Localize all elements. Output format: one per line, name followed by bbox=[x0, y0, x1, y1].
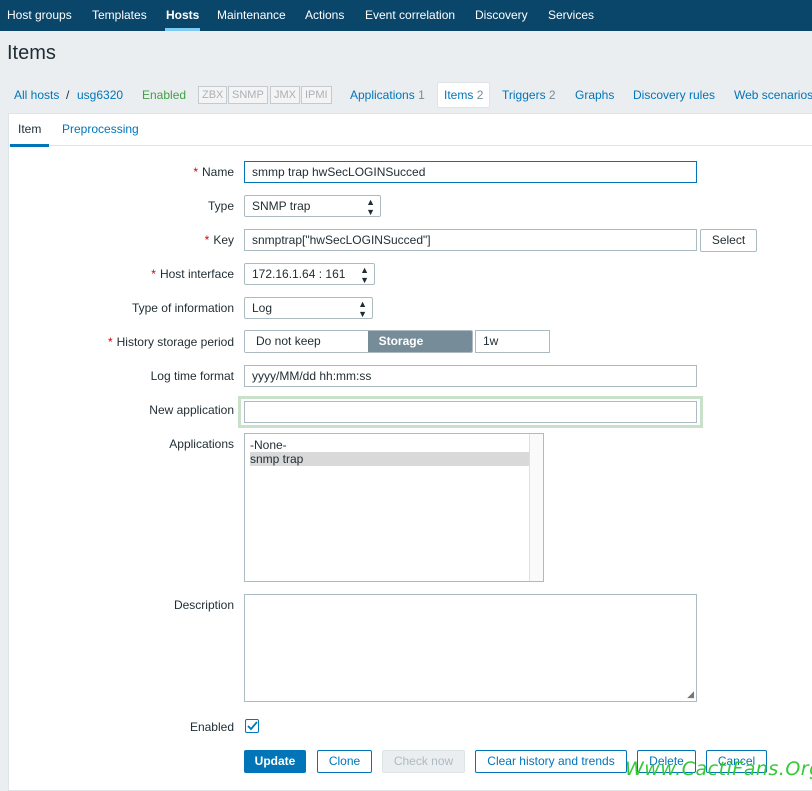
nav-services[interactable]: Services bbox=[548, 0, 594, 31]
nav-discovery[interactable]: Discovery bbox=[475, 0, 528, 31]
key-label-text: Key bbox=[213, 233, 234, 247]
zbx-badge: ZBX bbox=[198, 86, 228, 104]
description-label: Description bbox=[173, 598, 234, 612]
required-asterisk: * bbox=[151, 267, 156, 281]
tab-preprocessing[interactable]: Preprocessing bbox=[62, 122, 139, 136]
triggers-link[interactable]: Triggers 2 bbox=[502, 88, 556, 102]
jmx-badge: JMX bbox=[270, 86, 300, 104]
items-count: 2 bbox=[476, 88, 484, 102]
host-link[interactable]: usg6320 bbox=[77, 88, 123, 102]
new-application-input[interactable] bbox=[244, 401, 697, 423]
nav-host-groups[interactable]: Host groups bbox=[7, 0, 72, 31]
watermark: Www.CactiFans.Org bbox=[625, 758, 812, 780]
select-arrows-icon: ▲ ▼ bbox=[360, 265, 369, 285]
new-application-focus-ring bbox=[238, 396, 703, 428]
type-select[interactable]: SNMP trap ▲ ▼ bbox=[244, 195, 381, 217]
applications-link[interactable]: Applications 1 bbox=[350, 88, 425, 102]
nav-maintenance[interactable]: Maintenance bbox=[217, 0, 286, 31]
enabled-checkbox[interactable] bbox=[245, 719, 259, 733]
triggers-count: 2 bbox=[548, 88, 556, 102]
top-navigation: Host groups Templates Hosts Maintenance … bbox=[0, 0, 812, 31]
applications-option-snmp-trap[interactable]: snmp trap bbox=[250, 452, 529, 466]
graphs-link[interactable]: Graphs bbox=[575, 88, 614, 102]
page-title: Items bbox=[7, 42, 56, 64]
host-status-enabled[interactable]: Enabled bbox=[142, 88, 186, 102]
host-interface-select[interactable]: 172.16.1.64 : 161 ▲ ▼ bbox=[244, 263, 375, 285]
type-of-info-select[interactable]: Log ▲ ▼ bbox=[244, 297, 373, 319]
log-time-format-label: Log time format bbox=[150, 369, 234, 383]
snmp-badge: SNMP bbox=[228, 86, 268, 104]
web-scenarios-link[interactable]: Web scenarios bbox=[734, 88, 812, 102]
checkmark-icon bbox=[247, 721, 258, 731]
applications-scrollbar[interactable] bbox=[529, 434, 543, 581]
history-label-text: History storage period bbox=[116, 335, 234, 349]
applications-listbox[interactable]: -None- snmp trap bbox=[244, 433, 544, 582]
resize-handle-icon[interactable]: ◢ bbox=[687, 689, 694, 700]
host-interface-label-text: Host interface bbox=[159, 267, 234, 281]
host-navigation: All hosts / usg6320 Enabled ZBX SNMP JMX… bbox=[0, 78, 812, 112]
items-link[interactable]: Items 2 bbox=[437, 82, 491, 108]
applications-count: 1 bbox=[418, 88, 425, 102]
select-arrows-icon: ▲ ▼ bbox=[366, 197, 375, 217]
nav-templates[interactable]: Templates bbox=[92, 0, 147, 31]
breadcrumb-separator: / bbox=[66, 88, 70, 102]
nav-actions[interactable]: Actions bbox=[305, 0, 344, 31]
type-label: Type bbox=[207, 199, 234, 213]
type-select-value: SNMP trap bbox=[252, 199, 311, 213]
nav-hosts[interactable]: Hosts bbox=[164, 0, 201, 31]
key-select-button[interactable]: Select bbox=[700, 229, 757, 252]
clone-button[interactable]: Clone bbox=[317, 750, 372, 773]
history-radio-group: Do not keep history Storage period bbox=[244, 330, 473, 353]
nav-event-correlation[interactable]: Event correlation bbox=[365, 0, 455, 31]
new-application-label: New application bbox=[149, 403, 234, 417]
update-button[interactable]: Update bbox=[244, 750, 306, 773]
name-label-text: Name bbox=[201, 165, 234, 179]
type-of-info-value: Log bbox=[252, 301, 273, 315]
name-label: * Name bbox=[193, 165, 234, 179]
required-asterisk: * bbox=[204, 233, 210, 247]
key-input[interactable]: snmptrap["hwSecLOGINSucced"] bbox=[244, 229, 697, 251]
applications-option-none[interactable]: -None- bbox=[250, 438, 529, 452]
applications-link-label: Applications bbox=[350, 88, 415, 102]
name-input[interactable]: smmp trap hwSecLOGINSucced bbox=[244, 161, 697, 183]
host-interface-label: * Host interface bbox=[151, 267, 234, 281]
discovery-rules-link[interactable]: Discovery rules bbox=[633, 88, 715, 102]
items-link-label: Items bbox=[444, 88, 474, 102]
history-do-not-keep-option[interactable]: Do not keep history bbox=[245, 331, 368, 352]
description-textarea[interactable]: ◢ bbox=[244, 594, 697, 702]
tab-item[interactable]: Item bbox=[9, 122, 50, 147]
item-form-panel: Item Preprocessing * Name smmp trap hwSec… bbox=[8, 113, 812, 791]
required-asterisk: * bbox=[107, 335, 113, 349]
type-of-info-label: Type of information bbox=[131, 301, 234, 315]
check-now-button: Check now bbox=[382, 750, 465, 773]
history-label: * History storage period bbox=[108, 335, 234, 349]
history-period-input[interactable]: 1w bbox=[475, 330, 550, 353]
required-asterisk: * bbox=[193, 165, 198, 179]
key-label: * Key bbox=[205, 233, 234, 247]
all-hosts-link[interactable]: All hosts bbox=[14, 88, 59, 102]
enabled-label: Enabled bbox=[189, 720, 234, 734]
host-interface-value: 172.16.1.64 : 161 bbox=[252, 267, 346, 281]
form-tabs: Item Preprocessing bbox=[9, 114, 812, 147]
applications-label: Applications bbox=[169, 437, 234, 451]
log-time-format-input[interactable]: yyyy/MM/dd hh:mm:ss bbox=[244, 365, 697, 387]
ipmi-badge: IPMI bbox=[301, 86, 332, 104]
triggers-link-label: Triggers bbox=[502, 88, 546, 102]
select-arrows-icon: ▲ ▼ bbox=[358, 299, 367, 319]
clear-history-button[interactable]: Clear history and trends bbox=[475, 750, 627, 773]
history-storage-period-option[interactable]: Storage period bbox=[367, 331, 472, 352]
